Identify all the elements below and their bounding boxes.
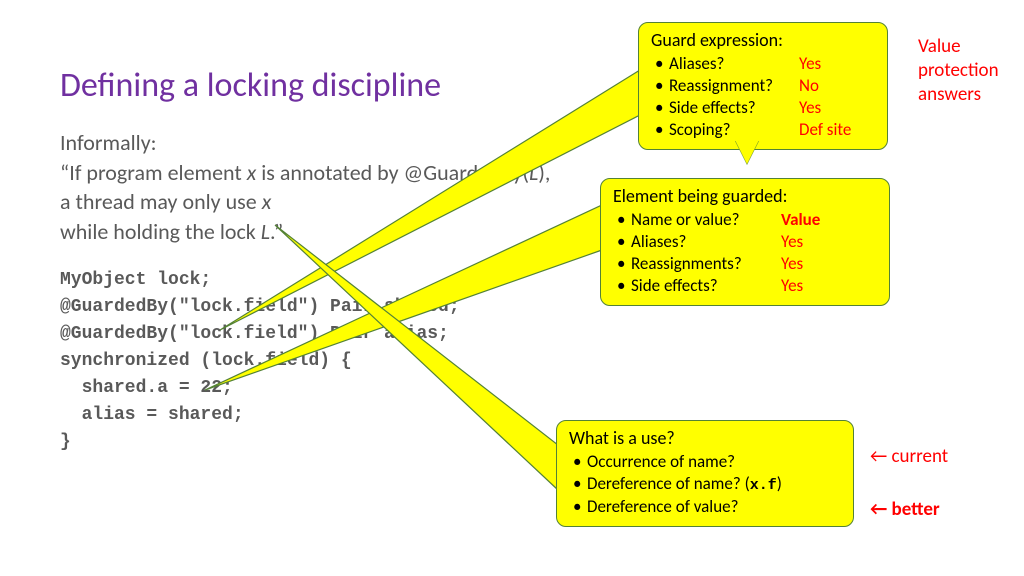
callout-item: Scoping?Def site: [669, 119, 875, 141]
callout-header: What is a use?: [569, 427, 841, 449]
callout-item: Occurrence of name?: [587, 451, 841, 473]
side-note-current: ← current: [870, 445, 948, 469]
code-line: shared.a = 22;: [60, 375, 964, 402]
callout-item: Name or value?Value: [631, 209, 877, 231]
callout-tail: [735, 140, 759, 164]
callout-header: Guard expression:: [651, 29, 875, 51]
callout-item: Aliases?Yes: [669, 53, 875, 75]
callout-header: Element being guarded:: [613, 185, 877, 207]
callout-guard-expression: Guard expression: Aliases?Yes Reassignme…: [638, 22, 888, 150]
side-note-value-protection: Value protection answers: [918, 35, 1018, 106]
callout-item: Aliases?Yes: [631, 231, 877, 253]
callout-item: Reassignments?Yes: [631, 253, 877, 275]
callout-what-is-use: What is a use? Occurrence of name? Deref…: [556, 420, 854, 527]
callout-item: Reassignment?No: [669, 75, 875, 97]
code-line: synchronized (lock.field) {: [60, 348, 964, 375]
callout-item: Dereference of value?: [587, 496, 841, 518]
callout-list: Aliases?Yes Reassignment?No Side effects…: [651, 53, 875, 141]
side-note-better: ← better: [870, 498, 940, 522]
callout-item: Dereference of name? (x.f): [587, 473, 841, 496]
callout-list: Name or value?Value Aliases?Yes Reassign…: [613, 209, 877, 297]
callout-item: Side effects?Yes: [631, 275, 877, 297]
callout-list: Occurrence of name? Dereference of name?…: [569, 451, 841, 518]
code-line: @GuardedBy("lock.field") Pair alias;: [60, 321, 964, 348]
callout-item: Side effects?Yes: [669, 97, 875, 119]
callout-element-guarded: Element being guarded: Name or value?Val…: [600, 178, 890, 306]
